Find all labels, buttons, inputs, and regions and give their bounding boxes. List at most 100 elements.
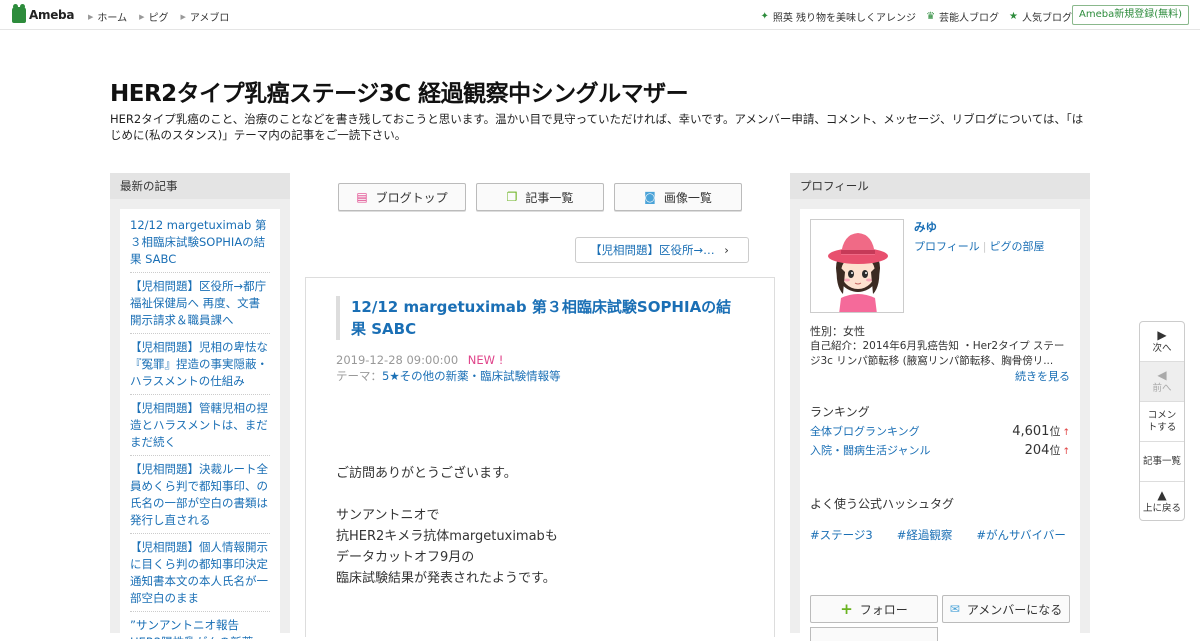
- ranking-number: 204: [1024, 443, 1050, 458]
- previous-entry-label: 【児相問題】区役所→…: [590, 243, 715, 257]
- entry-theme: テーマ：5★その他の新薬・臨床試験情報等: [336, 368, 561, 384]
- hashtag-link[interactable]: #がんサバイバー: [976, 527, 1065, 543]
- recent-entry-link[interactable]: ”サンアントニオ報告 HER2陽性乳がんの新薬: [130, 612, 270, 639]
- hashtag-link[interactable]: #ステージ3: [810, 527, 873, 543]
- prev-icon: ◀: [1157, 367, 1167, 382]
- body-paragraph: ご訪問ありがとうございます。: [336, 466, 517, 481]
- global-header: Ameba ▶ ホーム ▶ ピグ ▶ アメブロ ✦ 照英 残り物を美味しくアレンジ ♛ 芸…: [0, 0, 1200, 30]
- profile-heading: プロフィール: [790, 173, 1090, 199]
- body-line: 臨床試験結果が発表されたようです。: [336, 571, 556, 586]
- chat-icon: ✉: [949, 602, 960, 616]
- avatar[interactable]: [810, 219, 904, 313]
- recent-entry-link[interactable]: 【児相問題】管轄児相の捏造とハラスメントは、まだまだ続く: [130, 395, 270, 456]
- nav-pigg-label: ピグ: [148, 13, 169, 24]
- comment-button[interactable]: コメントする: [1140, 402, 1184, 442]
- prev-entry-button[interactable]: ◀ 前へ: [1140, 362, 1184, 402]
- ranking-row: 全体ブログランキング 4,601位 ↑: [810, 423, 1070, 439]
- comment-label: コメントする: [1147, 409, 1177, 433]
- follow-button[interactable]: + フォロー: [810, 595, 938, 623]
- header-link-popular[interactable]: ★ 人気ブログ: [1009, 9, 1072, 24]
- avatar-image: [811, 220, 903, 312]
- nav-home[interactable]: ▶ ホーム: [88, 9, 128, 25]
- profile-content: みゆ プロフィール | ピグの部屋 性別：女性 自己紹介：2014年6月乳癌告知 ・…: [800, 209, 1080, 641]
- new-badge: NEW !: [467, 353, 504, 367]
- prev-label: 前へ: [1152, 382, 1172, 394]
- ranking-number: 4,601: [1012, 424, 1050, 439]
- entry-title[interactable]: 12/12 margetuximab 第３相臨床試験SOPHIAの結果 SABC: [336, 296, 746, 340]
- ranking-name[interactable]: 全体ブログランキング: [810, 423, 920, 439]
- pigg-room-link[interactable]: ピグの部屋: [990, 240, 1045, 253]
- tab-entry-list-label: 記事一覧: [525, 190, 574, 205]
- entry-list-button[interactable]: 記事一覧: [1140, 442, 1184, 482]
- next-entry-button[interactable]: ▶ 次へ: [1140, 322, 1184, 362]
- register-button[interactable]: Ameba新規登録(無料): [1071, 5, 1189, 25]
- recent-entry-link[interactable]: 【児相問題】区役所→都庁 福祉保健局へ 再度、文書開示請求＆職員課へ: [130, 273, 270, 334]
- amember-button[interactable]: ✉ アメンバーになる: [942, 595, 1070, 623]
- entry-article: 12/12 margetuximab 第３相臨床試験SOPHIAの結果 SABC…: [305, 277, 775, 637]
- nav-ameblo-label: アメブロ: [189, 13, 230, 24]
- up-icon: ▲: [1157, 488, 1167, 502]
- tab-entry-list[interactable]: ❐ 記事一覧: [476, 183, 604, 211]
- entry-theme-prefix: テーマ：: [336, 369, 382, 383]
- blog-tabs: ▤ ブログトップ ❐ 記事一覧 ◙ 画像一覧: [338, 183, 752, 211]
- header-link-celebrity-label: 芸能人ブログ: [939, 13, 1000, 24]
- tab-blog-top[interactable]: ▤ ブログトップ: [338, 183, 466, 211]
- profile-link[interactable]: プロフィール: [914, 240, 980, 253]
- crown-icon: ♛: [926, 11, 936, 22]
- arrow-up-icon: ↑: [1062, 447, 1070, 457]
- recent-entries-panel: 最新の記事 12/12 margetuximab 第３相臨床試験SOPHIAの結…: [110, 173, 290, 639]
- recent-entry-link[interactable]: 12/12 margetuximab 第３相臨床試験SOPHIAの結果 SABC: [130, 209, 270, 273]
- header-link-celebrity[interactable]: ♛ 芸能人ブログ: [926, 9, 999, 24]
- profile-gender: 性別：女性: [810, 325, 865, 338]
- hashtag-heading: よく使う公式ハッシュタグ: [810, 497, 955, 511]
- ranking-value: 204位 ↑: [1025, 442, 1070, 458]
- chevron-right-icon: ›: [724, 243, 729, 257]
- floating-nav: ▶ 次へ ◀ 前へ コメントする 記事一覧 ▲ 上に戻る: [1139, 321, 1185, 521]
- ranking-unit: 位: [1049, 425, 1061, 438]
- header-link-popular-label: 人気ブログ: [1022, 13, 1072, 24]
- back-to-top-label: 上に戻る: [1142, 503, 1181, 514]
- entry-theme-link[interactable]: 5★その他の新薬・臨床試験情報等: [382, 369, 561, 383]
- ameba-logo[interactable]: Ameba: [12, 4, 75, 24]
- recent-entry-link[interactable]: 【児相問題】決裁ルート全員めくら判で都知事印、の氏名の一部が空白の書類は発行し直…: [130, 456, 270, 534]
- ranking-heading: ランキング: [810, 405, 870, 419]
- header-links: ✦ 照英 残り物を美味しくアレンジ ♛ 芸能人ブログ ★ 人気ブログ: [750, 9, 1072, 24]
- entry-body: ご訪問ありがとうございます。 サンアントニオで 抗HER2キメラ抗体marget…: [336, 463, 558, 589]
- tab-image-list-label: 画像一覧: [663, 190, 712, 205]
- recent-entries-list: 12/12 margetuximab 第３相臨床試験SOPHIAの結果 SABC…: [120, 209, 280, 639]
- ameba-logo-icon: [12, 4, 26, 23]
- ranking-row: 入院・闘病生活ジャンル 204位 ↑: [810, 442, 1070, 458]
- profile-intro: 自己紹介：2014年6月乳癌告知 ・Her2タイプ ステージ3c リンパ節転移 …: [810, 340, 1065, 367]
- ranking-name[interactable]: 入院・闘病生活ジャンル: [810, 442, 930, 458]
- caret-right-icon: ▶: [180, 12, 186, 21]
- hashtag-link[interactable]: #経過観察: [897, 527, 953, 543]
- entry-meta: 2019-12-28 09:00:00 NEW !: [336, 352, 503, 368]
- header-link-featured[interactable]: ✦ 照英 残り物を美味しくアレンジ: [760, 9, 916, 24]
- blog-title[interactable]: HER2タイプ乳癌ステージ3C 経過観察中シングルマザー: [110, 74, 689, 108]
- nav-home-label: ホーム: [97, 13, 128, 24]
- camera-icon: ◙: [644, 190, 656, 204]
- hashtag-list: #ステージ3 #経過観察 #がんサバイバー: [810, 527, 1066, 543]
- more-button[interactable]: [810, 627, 938, 641]
- previous-entry-link[interactable]: 【児相問題】区役所→… ›: [575, 237, 749, 263]
- recent-entry-link[interactable]: 【児相問題】個人情報開示に目くら判の都知事印決定通知書本文の本人氏名が一部空白の…: [130, 534, 270, 612]
- sparkle-icon: ✦: [760, 11, 769, 22]
- profile-panel: プロフィール みゆ プロフィール | ピグの部屋 性別：女性 自己紹介：2014…: [790, 173, 1090, 641]
- recent-entry-link[interactable]: 【児相問題】児相の卑怯な『冤罪』捏造の事実隠蔽・ハラスメントの仕組み: [130, 334, 270, 395]
- profile-links: プロフィール | ピグの部屋: [914, 238, 1045, 254]
- tab-image-list[interactable]: ◙ 画像一覧: [614, 183, 742, 211]
- nav-ameblo[interactable]: ▶ アメブロ: [180, 9, 230, 25]
- document-icon: ▤: [356, 190, 368, 204]
- ameba-logo-text: Ameba: [29, 8, 75, 22]
- header-link-featured-label: 照英 残り物を美味しくアレンジ: [772, 13, 917, 24]
- back-to-top-button[interactable]: ▲ 上に戻る: [1140, 482, 1184, 520]
- body-line: データカットオフ9月の: [336, 550, 475, 565]
- recent-entries-heading: 最新の記事: [110, 173, 290, 199]
- entry-list-label: 記事一覧: [1142, 455, 1181, 467]
- profile-name[interactable]: みゆ: [914, 219, 937, 235]
- amember-label: アメンバーになる: [966, 602, 1063, 617]
- read-more-link[interactable]: 続きを見る: [1015, 368, 1070, 384]
- nav-pigg[interactable]: ▶ ピグ: [139, 9, 169, 25]
- ranking-unit: 位: [1049, 444, 1061, 457]
